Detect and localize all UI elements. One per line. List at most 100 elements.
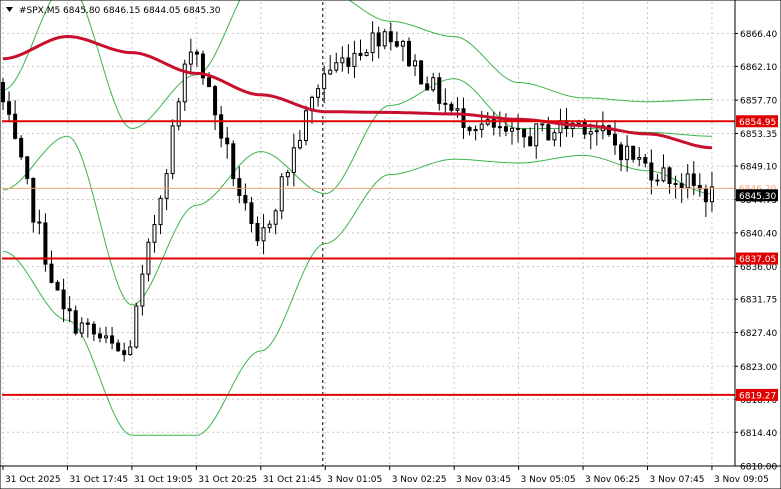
candle-body-up (709, 186, 714, 203)
time-tick-label: 3 Nov 06:25 (585, 475, 640, 485)
candle-body-down (419, 60, 424, 85)
candle-body-down (631, 145, 636, 160)
candle-body-down (612, 133, 617, 146)
price-tick-label: 6862.10 (740, 63, 777, 73)
candle-body-down (388, 31, 393, 43)
candle-body-down (376, 32, 381, 47)
candle-body-up (170, 125, 175, 175)
candle-body-down (649, 162, 654, 181)
candle-body-down (73, 310, 78, 334)
candle-body-down (19, 137, 24, 158)
level-tag-label: 6854.95 (739, 118, 776, 128)
candle-body-up (188, 51, 193, 65)
candle-body-up (370, 32, 375, 54)
candle-body-up (261, 227, 266, 242)
candle-body-down (194, 51, 199, 55)
candle-body-down (110, 335, 115, 344)
candle-body-down (213, 86, 218, 116)
time-tick-label: 31 Oct 21:45 (263, 475, 322, 485)
candle-body-up (661, 167, 666, 182)
candle-body-down (243, 194, 248, 204)
price-tick-label: 6823.00 (740, 363, 777, 373)
candle-body-up (400, 40, 405, 47)
candle-body-up (128, 346, 133, 356)
candle-body-down (55, 281, 60, 291)
candle-body-up (152, 224, 157, 243)
candle-body-down (231, 143, 236, 180)
candle-body-up (637, 157, 642, 160)
candle-body-down (449, 103, 454, 111)
candle-body-down (673, 182, 678, 185)
candle-body-up (328, 69, 333, 75)
candle-body-up (352, 52, 357, 67)
candle-body-up (140, 273, 145, 307)
candle-body-down (679, 183, 684, 189)
candle (303, 105, 308, 146)
time-tick-label: 3 Nov 07:45 (650, 475, 705, 485)
price-tick-label: 6814.40 (740, 429, 777, 439)
candle-body-down (655, 179, 660, 182)
candle-body-down (546, 124, 551, 141)
candle-body-up (340, 57, 345, 64)
candle-body-down (437, 77, 442, 104)
candle-body-up (158, 197, 163, 226)
price-tick-label: 6840.40 (740, 229, 777, 239)
candle-body-up (176, 101, 181, 127)
chart-title: #SPX,M5 6845.80 6846.15 6844.05 6845.30 (19, 6, 221, 16)
candle-body-up (334, 62, 339, 71)
time-tick-label: 3 Nov 09:05 (714, 475, 769, 485)
candle-body-up (316, 88, 321, 98)
candle-body-down (249, 202, 254, 225)
candle-body-down (31, 177, 36, 223)
time-tick-label: 31 Oct 2025 (5, 475, 61, 485)
candle-body-down (461, 108, 466, 128)
candle-body-up (79, 322, 84, 334)
candle-body-down (425, 83, 430, 91)
time-tick-label: 31 Oct 17:45 (69, 475, 128, 485)
candle-body-down (522, 128, 527, 138)
candle-body-up (479, 123, 484, 130)
candle (606, 124, 611, 137)
candle-body-down (237, 178, 242, 196)
chart-background (0, 0, 781, 489)
candle-body-up (509, 127, 514, 132)
candle-body-down (225, 137, 230, 145)
candle-body-up (588, 131, 593, 135)
candle-body-down (37, 221, 42, 224)
candle-body-up (594, 130, 599, 133)
candle-body-down (97, 333, 102, 339)
level-tag-label: 6837.05 (739, 255, 776, 265)
candle-body-up (273, 210, 278, 225)
candle-body-down (394, 41, 399, 47)
price-tick-label: 6866.40 (740, 30, 777, 40)
candle-body-up (279, 176, 284, 212)
last-price-label: 6845.30 (739, 192, 776, 202)
candle (419, 59, 424, 85)
time-tick-label: 3 Nov 03:45 (456, 475, 511, 485)
price-chart: 6866.406862.106857.706853.356849.106844.… (0, 0, 781, 489)
candle-body-down (49, 263, 54, 283)
price-tick-label: 6810.00 (740, 463, 777, 473)
candle-body-up (413, 60, 418, 67)
candle (406, 37, 411, 68)
candle (382, 28, 387, 50)
candle-body-up (455, 108, 460, 111)
candle-body-up (431, 77, 436, 91)
candle-body-down (67, 308, 72, 312)
candle-body-down (540, 123, 545, 126)
candle-body-down (116, 342, 121, 352)
candle-body-up (685, 173, 690, 189)
candle-body-down (346, 57, 351, 67)
candle-body-down (13, 113, 18, 139)
chart-root: 6866.406862.106857.706853.356849.106844.… (0, 0, 781, 489)
candle-body-down (358, 52, 363, 56)
candle-body-down (643, 157, 648, 164)
candle-body-up (473, 128, 478, 132)
candle-body-down (85, 322, 90, 325)
candle-body-up (625, 145, 630, 161)
candle-body-up (285, 171, 290, 178)
candle-body-down (61, 289, 66, 310)
candle-body-down (219, 114, 224, 139)
candle (19, 135, 24, 160)
candle-body-down (255, 223, 260, 242)
